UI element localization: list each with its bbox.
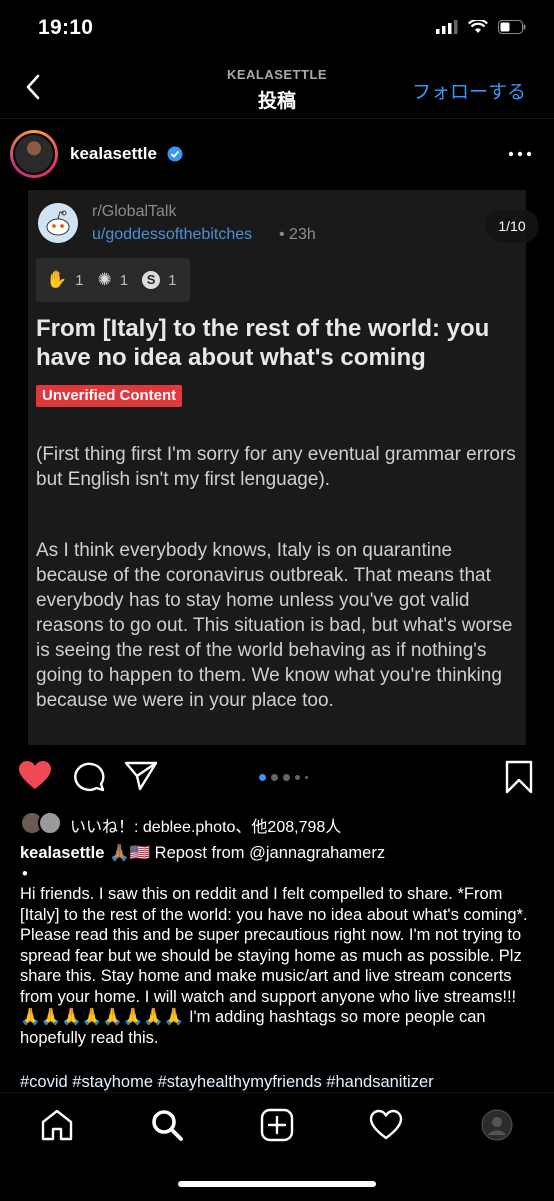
share-icon[interactable] bbox=[124, 760, 158, 792]
reddit-timestamp: • 23h bbox=[279, 226, 316, 243]
reddit-paragraph: (First thing first I'm sorry for any eve… bbox=[36, 444, 516, 490]
follow-button[interactable]: フォローする bbox=[412, 77, 526, 104]
status-icons bbox=[436, 20, 526, 34]
unverified-badge: Unverified Content bbox=[36, 385, 183, 407]
post-caption: kealasettle 🙏🏽🇺🇸 Repost from @jannagraha… bbox=[20, 843, 540, 1048]
likes-count[interactable]: いいね！: deblee.photo、他208,798人 bbox=[70, 813, 341, 837]
caption-line: 🙏🏽🇺🇸 Repost from @jannagrahamerz bbox=[104, 844, 386, 862]
award-icon: ✺ bbox=[97, 270, 112, 289]
carousel-dot bbox=[271, 774, 278, 781]
profile-icon[interactable] bbox=[481, 1109, 513, 1141]
cellular-icon bbox=[436, 20, 458, 34]
battery-icon bbox=[498, 20, 526, 34]
subreddit-name: r/GlobalTalk bbox=[92, 203, 177, 220]
carousel-dot bbox=[283, 774, 290, 781]
add-icon[interactable] bbox=[260, 1108, 294, 1142]
liker-avatars[interactable] bbox=[20, 811, 64, 835]
carousel-dot bbox=[295, 775, 300, 780]
caption-username[interactable]: kealasettle bbox=[20, 844, 104, 862]
verified-icon bbox=[167, 146, 183, 162]
post-username[interactable]: kealasettle bbox=[70, 144, 157, 164]
home-icon[interactable] bbox=[40, 1108, 74, 1142]
award-icon: S bbox=[142, 271, 161, 289]
reddit-paragraph: As I think everybody knows, Italy is on … bbox=[36, 540, 513, 711]
caption-bullet: • bbox=[22, 864, 28, 883]
activity-icon[interactable] bbox=[369, 1108, 403, 1142]
award-count: 1 bbox=[168, 271, 177, 289]
bookmark-icon[interactable] bbox=[504, 760, 534, 794]
awards-bar: ✋ 1 ✺ 1 S1 bbox=[36, 258, 190, 302]
search-icon[interactable] bbox=[150, 1108, 184, 1142]
reddit-post-title: From [Italy] to the rest of the world: y… bbox=[36, 315, 490, 371]
comment-icon[interactable] bbox=[72, 760, 106, 792]
carousel-dots bbox=[259, 774, 308, 781]
caption-body: Hi friends. I saw this on reddit and I f… bbox=[20, 885, 528, 1047]
home-indicator bbox=[178, 1181, 376, 1187]
more-icon[interactable] bbox=[508, 150, 532, 158]
avatar[interactable] bbox=[13, 133, 55, 175]
carousel-dot bbox=[259, 774, 266, 781]
caption-hashtags[interactable]: #covid #stayhome #stayhealthymyfriends #… bbox=[20, 1073, 434, 1092]
status-time: 19:10 bbox=[38, 16, 94, 39]
award-count: 1 bbox=[119, 271, 129, 289]
reddit-username: u/goddessofthebitches bbox=[92, 226, 253, 243]
award-count: 1 bbox=[75, 271, 84, 289]
award-icon: ✋ bbox=[46, 270, 68, 289]
reddit-snoo-icon bbox=[38, 203, 78, 243]
divider bbox=[0, 118, 554, 119]
carousel-dot bbox=[305, 776, 308, 779]
heart-icon[interactable] bbox=[18, 760, 52, 792]
wifi-icon bbox=[468, 20, 488, 33]
image-counter: 1/10 bbox=[485, 209, 539, 243]
